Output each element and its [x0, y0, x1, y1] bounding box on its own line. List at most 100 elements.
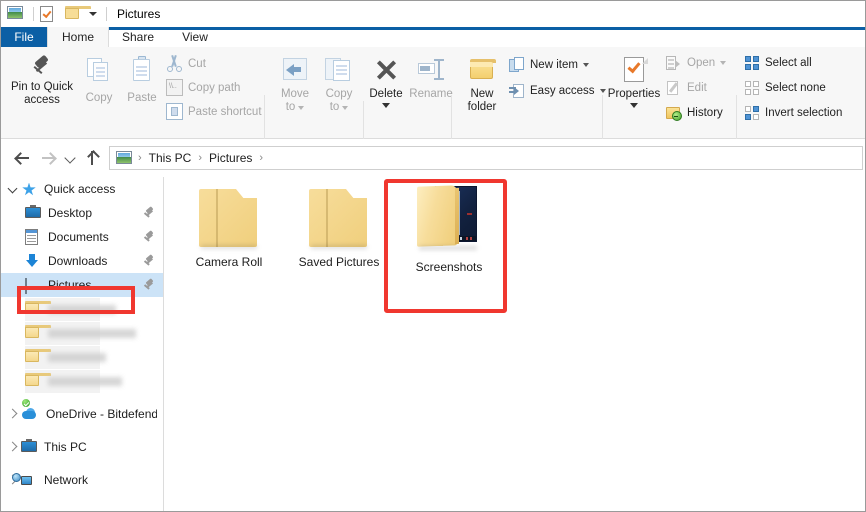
history-label: History — [687, 107, 723, 119]
scissors-icon — [166, 55, 183, 72]
open-icon — [666, 55, 682, 71]
paste-shortcut-button[interactable]: Paste shortcut — [166, 103, 262, 120]
pin-icon[interactable] — [143, 231, 155, 243]
sidebar-item-quick-access[interactable]: Quick access — [1, 177, 163, 201]
copy-label: Copy — [86, 92, 113, 105]
properties-icon[interactable] — [40, 6, 57, 22]
chevron-down-icon[interactable] — [583, 63, 589, 67]
properties-button[interactable]: Properties — [606, 56, 662, 108]
breadcrumb-this-pc[interactable]: This PC — [146, 151, 195, 165]
folder-icon — [25, 301, 43, 318]
chevron-down-icon[interactable] — [720, 61, 726, 65]
list-item-camera-roll[interactable]: Camera Roll — [177, 185, 281, 303]
tab-home[interactable]: Home — [47, 27, 109, 47]
pin-to-quick-access-button[interactable]: Pin to Quick access — [9, 55, 75, 107]
tab-file[interactable]: File — [1, 27, 47, 47]
select-all-button[interactable]: Select all — [744, 55, 812, 71]
open-button[interactable]: Open — [666, 55, 726, 71]
sidebar-item-blurred[interactable] — [1, 297, 163, 321]
chevron-down-icon[interactable] — [342, 106, 348, 110]
sidebar-item-desktop[interactable]: Desktop — [1, 201, 163, 225]
cut-label: Cut — [188, 58, 206, 70]
sidebar-item-label: OneDrive - Bitdefend — [46, 407, 157, 421]
address-breadcrumb-bar[interactable]: › This PC › Pictures › — [109, 146, 863, 170]
edit-button[interactable]: Edit — [666, 80, 707, 96]
paste-button[interactable]: Paste — [121, 56, 163, 105]
move-to-label-line2: to — [286, 101, 296, 114]
easy-access-button[interactable]: Easy access — [509, 83, 606, 99]
copy-button[interactable]: Copy — [79, 56, 119, 105]
new-folder-icon[interactable] — [65, 6, 82, 22]
network-icon — [21, 472, 39, 489]
sidebar-item-onedrive[interactable]: OneDrive - Bitdefend — [1, 402, 163, 426]
chevron-down-icon[interactable] — [600, 89, 606, 93]
chevron-right-icon[interactable] — [5, 402, 21, 426]
new-item-button[interactable]: New item — [509, 57, 589, 73]
list-item-screenshots[interactable]: Screenshots — [397, 182, 501, 300]
sidebar-item-documents[interactable]: Documents — [1, 225, 163, 249]
explorer-body: Quick access Desktop Documents — [1, 177, 865, 511]
copy-to-button[interactable]: Copy to — [317, 57, 361, 114]
copy-to-icon — [324, 57, 354, 83]
sidebar-item-label — [48, 353, 106, 362]
rename-icon — [416, 57, 446, 83]
breadcrumb-separator: › — [194, 152, 206, 164]
navigation-pane[interactable]: Quick access Desktop Documents — [1, 177, 164, 511]
item-label: Saved Pictures — [299, 255, 380, 269]
rename-button[interactable]: Rename — [407, 57, 455, 101]
sidebar-item-label: Desktop — [48, 206, 92, 220]
copy-path-button[interactable]: \\.. Copy path — [166, 79, 240, 96]
recent-locations-button[interactable] — [61, 145, 79, 171]
open-label: Open — [687, 57, 715, 69]
breadcrumb-separator[interactable]: › — [255, 152, 267, 164]
sidebar-item-network[interactable]: Network — [1, 468, 163, 492]
up-button[interactable] — [79, 145, 105, 171]
picture-icon — [7, 6, 24, 22]
window-title: Pictures — [117, 7, 160, 21]
select-none-icon — [744, 80, 760, 96]
sidebar-item-label: Downloads — [48, 254, 107, 268]
chevron-right-icon[interactable] — [5, 435, 21, 459]
rename-label: Rename — [409, 88, 452, 101]
pin-icon[interactable] — [143, 207, 155, 219]
chevron-down-icon[interactable] — [630, 103, 638, 108]
tab-view[interactable]: View — [167, 27, 223, 47]
divider — [33, 7, 34, 21]
folder-with-thumbnail-icon — [411, 182, 487, 252]
properties-icon — [619, 56, 649, 84]
breadcrumb-pictures[interactable]: Pictures — [206, 151, 255, 165]
sidebar-item-pictures[interactable]: Pictures — [1, 273, 163, 297]
sidebar-item-blurred[interactable] — [1, 345, 163, 369]
forward-button[interactable] — [35, 145, 61, 171]
pictures-folder-icon — [116, 149, 132, 167]
invert-selection-icon — [744, 105, 760, 121]
cut-button[interactable]: Cut — [166, 55, 206, 72]
sidebar-item-this-pc[interactable]: This PC — [1, 435, 163, 459]
customize-quick-access-chevron-down-icon[interactable] — [87, 6, 100, 22]
sidebar-item-blurred[interactable] — [1, 369, 163, 393]
history-button[interactable]: History — [666, 105, 723, 121]
copy-path-icon: \\.. — [166, 79, 183, 96]
select-none-label: Select none — [765, 82, 826, 94]
chevron-down-icon[interactable] — [5, 177, 21, 201]
back-button[interactable] — [9, 145, 35, 171]
chevron-down-icon[interactable] — [298, 106, 304, 110]
item-label: Screenshots — [416, 260, 483, 274]
select-all-icon — [744, 55, 760, 71]
list-item-saved-pictures[interactable]: Saved Pictures — [287, 185, 391, 303]
ribbon-tab-strip: File Home Share View — [1, 27, 865, 47]
address-bar: › This PC › Pictures › — [1, 139, 865, 177]
tab-share[interactable]: Share — [109, 27, 167, 47]
chevron-down-icon[interactable] — [382, 103, 390, 108]
sidebar-item-blurred[interactable] — [1, 321, 163, 345]
file-list-view[interactable]: Camera Roll Saved Pictures — [165, 177, 865, 511]
pin-icon[interactable] — [143, 279, 155, 291]
folder-icon — [25, 325, 43, 342]
invert-selection-button[interactable]: Invert selection — [744, 105, 842, 121]
delete-button[interactable]: Delete — [364, 57, 408, 108]
select-none-button[interactable]: Select none — [744, 80, 826, 96]
pin-icon[interactable] — [143, 255, 155, 267]
move-to-button[interactable]: Move to — [273, 57, 317, 114]
new-folder-button[interactable]: New folder — [459, 57, 505, 114]
sidebar-item-downloads[interactable]: Downloads — [1, 249, 163, 273]
